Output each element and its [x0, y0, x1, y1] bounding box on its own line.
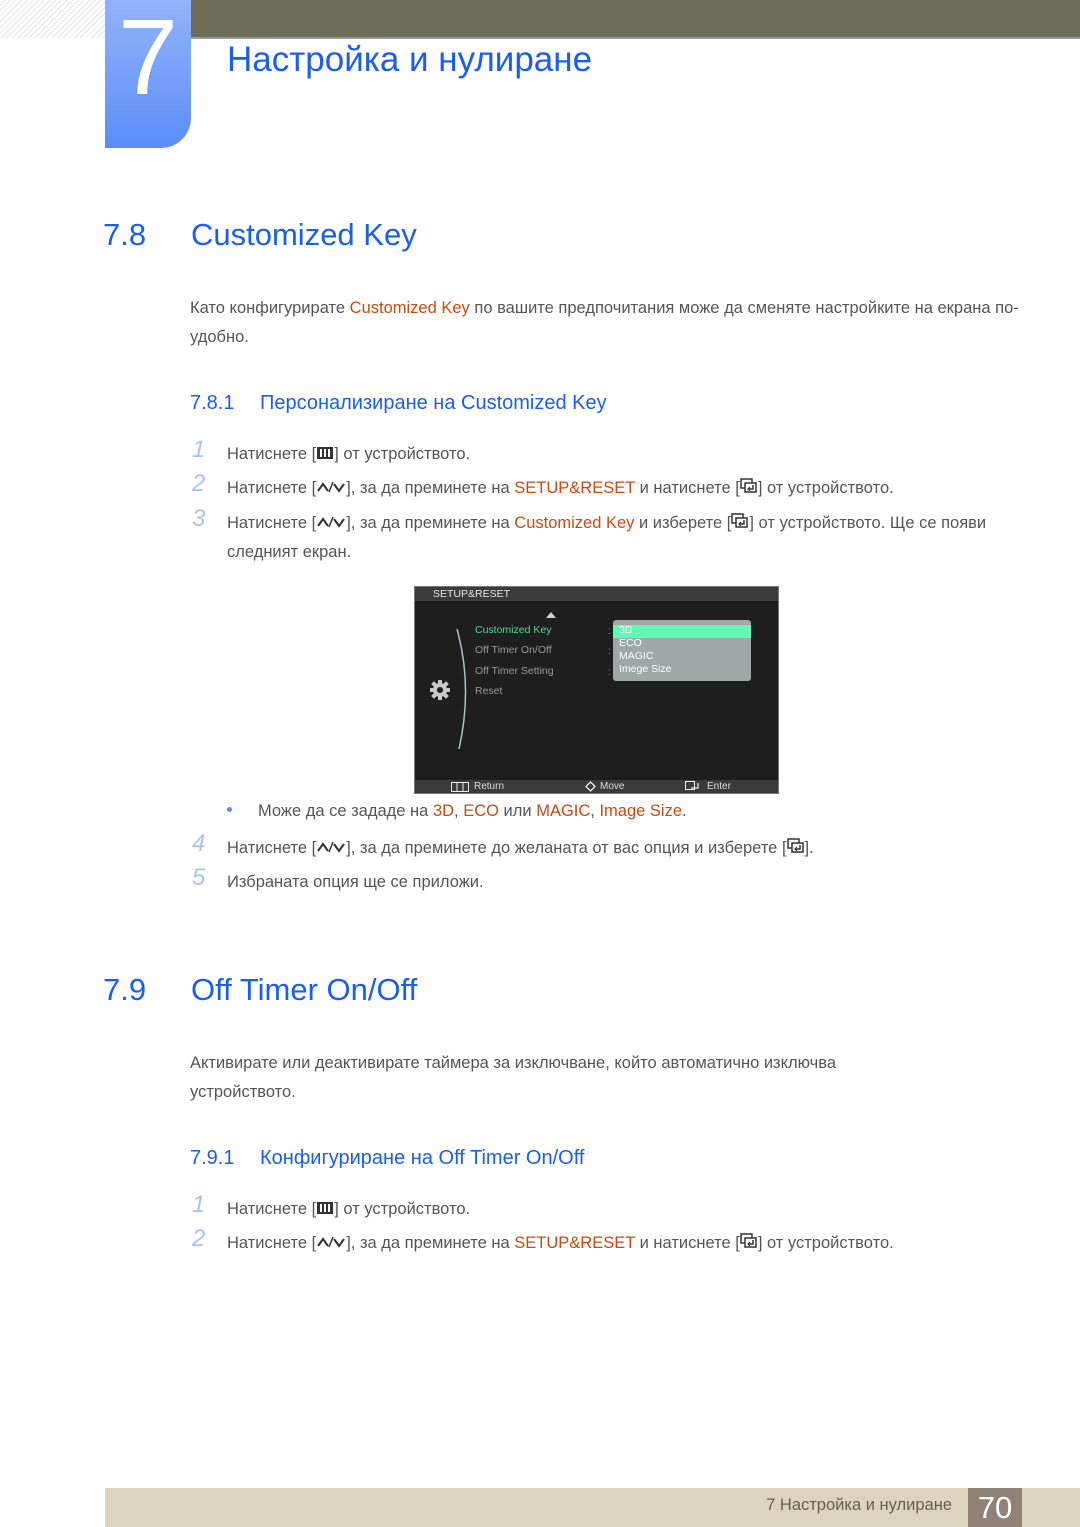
step-text: Натиснете [ [227, 445, 317, 463]
osd-separator: : [608, 626, 611, 637]
osd-footer: Return Move Enter [415, 780, 778, 793]
subsection-title: Персонализиране на Customized Key [260, 392, 607, 414]
enter-key-icon [740, 1230, 758, 1258]
step-text: Натиснете [ [227, 1200, 317, 1218]
intro-text: Като конфигурирате [190, 299, 350, 317]
up-down-key-icon [316, 475, 346, 503]
step-text: Избраната опция ще се приложи. [227, 873, 484, 891]
enter-key-icon [786, 835, 805, 863]
step-number: 2 [192, 1225, 206, 1252]
header-bar [190, 0, 1080, 39]
osd-separator: : [608, 646, 611, 657]
step-text: Натиснете [ [227, 479, 317, 497]
footer-chapter-label: 7 Настройка и нулиране [766, 1496, 952, 1514]
osd-return-label: Return [474, 781, 505, 792]
osd-option-eco[interactable]: ECO [619, 637, 642, 649]
subsection-title: Конфигуриране на Off Timer On/Off [260, 1147, 585, 1169]
osd-enter-label: Enter [707, 781, 731, 792]
note-sep: или [498, 802, 537, 820]
section-title: Customized Key [191, 217, 417, 252]
step-number: 3 [192, 505, 206, 532]
step-number: 2 [192, 470, 206, 497]
enter-key-icon [731, 510, 749, 538]
step-text: ]. [804, 839, 814, 857]
highlight-customized-key: Customized Key [514, 514, 635, 532]
up-down-key-icon [316, 1230, 346, 1258]
page-footer: 7 Настройка и нулиране [105, 1488, 1080, 1527]
move-diamond-icon [585, 781, 596, 792]
osd-separator: : [608, 667, 611, 678]
step-text: ] от устройството. [334, 1200, 471, 1218]
step-number: 4 [192, 830, 206, 857]
section-heading-7-9: 7.9 Off Timer On/Off [103, 972, 417, 1008]
step-text: ] от устройството. [757, 1234, 894, 1252]
step-text: и натиснете [ [635, 1234, 740, 1252]
step-text: ], за да преминете на [346, 479, 515, 497]
osd-menu-item-reset[interactable]: Reset [475, 685, 502, 697]
chapter-title: Настройка и нулиране [227, 40, 593, 79]
menu-key-icon [316, 1196, 334, 1224]
step-text: и натиснете [ [635, 479, 740, 497]
note-end: . [682, 802, 687, 820]
step-number: 1 [192, 1191, 206, 1218]
osd-curve-decoration [456, 628, 467, 750]
step-number: 1 [192, 436, 206, 463]
note-sep: , [454, 802, 464, 820]
highlight-customized-key: Customized Key [349, 299, 470, 317]
section-7-9-intro: Активирате или деактивирате таймера за и… [190, 1054, 837, 1101]
page-number: 70 [968, 1488, 1022, 1527]
bullet-icon [227, 807, 232, 813]
osd-option-image-size[interactable]: Imege Size [619, 663, 672, 675]
osd-menu-item-off-timer-onoff[interactable]: Off Timer On/Off [475, 644, 552, 656]
osd-move-label: Move [600, 781, 625, 792]
note-options: Може да се зададе на 3D, ECO или MAGIC, … [227, 802, 687, 821]
step-text: Натиснете [ [227, 1234, 317, 1252]
subsection-number: 7.9.1 [190, 1147, 235, 1169]
section-title: Off Timer On/Off [191, 972, 418, 1007]
note-text: Може да се зададе на [258, 802, 433, 820]
step-text: Натиснете [ [227, 839, 317, 857]
section-7-8-intro: Като конфигурирате Customized Key по ваш… [190, 294, 1020, 352]
header-hatch-decoration [0, 0, 105, 38]
subsection-number: 7.8.1 [190, 392, 235, 414]
up-down-key-icon [316, 510, 346, 538]
step-text: ], за да преминете на [346, 514, 515, 532]
step-number: 5 [192, 864, 206, 891]
step-text: ] от устройството. [334, 445, 471, 463]
highlight-eco: ECO [463, 802, 499, 820]
highlight-magic: MAGIC [536, 802, 591, 820]
step-text: и изберете [ [634, 514, 732, 532]
menu-key-icon [316, 441, 334, 469]
chapter-number: 7 [117, 0, 179, 117]
subsection-heading-7-8-1: 7.8.1 Персонализиране на Customized Key [190, 392, 607, 415]
subsection-heading-7-9-1: 7.9.1 Конфигуриране на Off Timer On/Off [190, 1147, 584, 1170]
osd-option-3d[interactable]: 3D [619, 624, 632, 636]
osd-title: SETUP&RESET [415, 587, 778, 601]
osd-menu-item-customized-key[interactable]: Customized Key [475, 624, 551, 636]
step-text: Натиснете [ [227, 514, 317, 532]
highlight-image-size: Image Size [599, 802, 683, 820]
osd-dropdown: 3D ECO MAGIC Imege Size [613, 620, 751, 681]
osd-menu-item-off-timer-setting[interactable]: Off Timer Setting [475, 665, 554, 677]
return-menu-icon [451, 782, 469, 792]
osd-screen: SETUP&RESET Customized Key Off Timer On/… [414, 586, 779, 794]
highlight-setup-reset: SETUP&RESET [514, 1234, 636, 1252]
highlight-setup-reset: SETUP&RESET [514, 479, 636, 497]
up-down-key-icon [316, 835, 346, 863]
step-text: ], за да преминете на [346, 1234, 515, 1252]
gear-icon [430, 680, 450, 700]
step-text: ], за да преминете до желаната от вас оп… [346, 839, 787, 857]
enter-key-icon [740, 475, 758, 503]
scroll-up-arrow-icon [546, 612, 556, 618]
highlight-3d: 3D [432, 802, 455, 820]
step-text: ] от устройството. [757, 479, 894, 497]
chapter-badge: 7 [105, 0, 191, 148]
section-heading-7-8: 7.8 Customized Key [103, 217, 417, 253]
enter-icon [685, 781, 699, 790]
section-number: 7.8 [103, 217, 147, 252]
section-number: 7.9 [103, 972, 147, 1007]
osd-option-magic[interactable]: MAGIC [619, 650, 653, 662]
